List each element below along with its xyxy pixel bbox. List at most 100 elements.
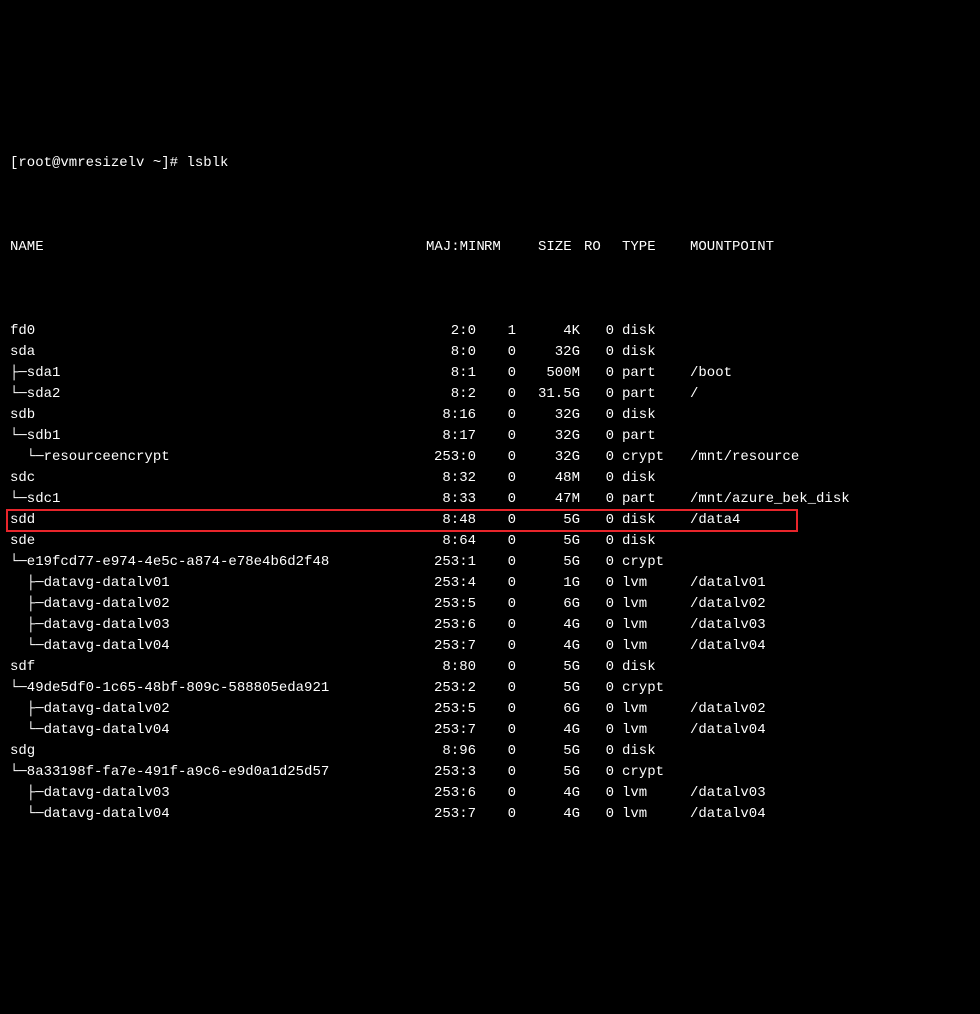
cell-ro: 0 [580, 384, 614, 405]
cell-ro: 0 [580, 741, 614, 762]
cell-mountpoint [674, 531, 690, 552]
cell-rm: 0 [476, 657, 516, 678]
cell-name: sdd [10, 510, 398, 531]
cell-type: disk [614, 741, 674, 762]
cell-majmin: 253:6 [398, 783, 476, 804]
cell-majmin: 8:1 [398, 363, 476, 384]
cell-ro: 0 [580, 426, 614, 447]
cell-ro: 0 [580, 468, 614, 489]
cell-type: lvm [614, 699, 674, 720]
table-row: sde8:6405G0disk [10, 531, 970, 552]
cell-ro: 0 [580, 804, 614, 825]
cell-mountpoint: / [674, 384, 698, 405]
table-row: sdg8:9605G0disk [10, 741, 970, 762]
cell-rm: 0 [476, 552, 516, 573]
table-row: └─sdb18:17032G0part [10, 426, 970, 447]
cell-size: 4G [516, 636, 580, 657]
cell-mountpoint: /datalv01 [674, 573, 766, 594]
cell-type: lvm [614, 615, 674, 636]
cell-name: └─datavg-datalv04 [10, 804, 398, 825]
cell-majmin: 253:6 [398, 615, 476, 636]
table-row: sdc8:32048M0disk [10, 468, 970, 489]
cell-name: sda [10, 342, 398, 363]
table-row: ├─datavg-datalv02253:506G0lvm/datalv02 [10, 699, 970, 720]
cell-majmin: 253:1 [398, 552, 476, 573]
cell-type: crypt [614, 552, 674, 573]
table-row: sda8:0032G0disk [10, 342, 970, 363]
table-row: fd02:014K0disk [10, 321, 970, 342]
lsblk-header: NAMEMAJ:MINRMSIZEROTYPEMOUNTPOINT [10, 237, 970, 258]
cell-type: disk [614, 531, 674, 552]
cell-type: disk [614, 510, 674, 531]
hdr-size: SIZE [516, 237, 580, 258]
cell-rm: 0 [476, 342, 516, 363]
cell-size: 1G [516, 573, 580, 594]
cell-ro: 0 [580, 321, 614, 342]
table-row: └─8a33198f-fa7e-491f-a9c6-e9d0a1d25d5725… [10, 762, 970, 783]
cell-name: └─sdb1 [10, 426, 398, 447]
cell-type: disk [614, 342, 674, 363]
cell-type: disk [614, 321, 674, 342]
cell-mountpoint [674, 405, 690, 426]
table-row: sdd8:4805G0disk/data4 [10, 510, 970, 531]
cell-majmin: 253:2 [398, 678, 476, 699]
cell-majmin: 8:48 [398, 510, 476, 531]
cell-type: lvm [614, 573, 674, 594]
hdr-mount: MOUNTPOINT [674, 237, 774, 258]
cell-mountpoint: /datalv02 [674, 594, 766, 615]
hdr-ro: RO [580, 237, 614, 258]
cell-ro: 0 [580, 510, 614, 531]
cell-ro: 0 [580, 447, 614, 468]
cell-mountpoint: /mnt/resource [674, 447, 799, 468]
hdr-type: TYPE [614, 237, 674, 258]
table-row: └─resourceencrypt253:0032G0crypt/mnt/res… [10, 447, 970, 468]
cell-rm: 1 [476, 321, 516, 342]
cell-type: disk [614, 405, 674, 426]
cell-ro: 0 [580, 678, 614, 699]
cell-name: └─sdc1 [10, 489, 398, 510]
cell-majmin: 8:17 [398, 426, 476, 447]
cell-size: 4G [516, 720, 580, 741]
cell-size: 31.5G [516, 384, 580, 405]
cell-name: └─49de5df0-1c65-48bf-809c-588805eda921 [10, 678, 398, 699]
cell-mountpoint: /mnt/azure_bek_disk [674, 489, 850, 510]
cell-type: crypt [614, 762, 674, 783]
lsblk-rows: fd02:014K0disksda8:0032G0disk├─sda18:105… [10, 321, 970, 825]
cell-name: ├─sda1 [10, 363, 398, 384]
cell-size: 32G [516, 405, 580, 426]
prompt-line: [root@vmresizelv ~]# lsblk [10, 153, 970, 174]
cell-type: part [614, 363, 674, 384]
cell-mountpoint: /datalv02 [674, 699, 766, 720]
cell-ro: 0 [580, 573, 614, 594]
cell-type: part [614, 384, 674, 405]
cell-mountpoint: /data4 [674, 510, 740, 531]
cell-mountpoint [674, 741, 690, 762]
cell-name: └─datavg-datalv04 [10, 636, 398, 657]
cell-name: sdb [10, 405, 398, 426]
cell-type: crypt [614, 678, 674, 699]
cell-ro: 0 [580, 615, 614, 636]
cell-majmin: 8:16 [398, 405, 476, 426]
cell-majmin: 8:0 [398, 342, 476, 363]
cell-size: 4G [516, 615, 580, 636]
cell-size: 32G [516, 426, 580, 447]
cell-ro: 0 [580, 342, 614, 363]
cell-name: sdg [10, 741, 398, 762]
cell-majmin: 253:7 [398, 636, 476, 657]
cell-mountpoint [674, 426, 690, 447]
cell-type: part [614, 489, 674, 510]
cell-majmin: 8:64 [398, 531, 476, 552]
cell-ro: 0 [580, 552, 614, 573]
cell-rm: 0 [476, 762, 516, 783]
cell-ro: 0 [580, 489, 614, 510]
table-row: └─49de5df0-1c65-48bf-809c-588805eda92125… [10, 678, 970, 699]
cell-name: ├─datavg-datalv03 [10, 615, 398, 636]
cell-size: 5G [516, 657, 580, 678]
cell-size: 4G [516, 783, 580, 804]
cell-ro: 0 [580, 405, 614, 426]
cell-type: part [614, 426, 674, 447]
table-row: └─datavg-datalv04253:704G0lvm/datalv04 [10, 720, 970, 741]
cell-ro: 0 [580, 531, 614, 552]
cell-rm: 0 [476, 804, 516, 825]
cell-mountpoint [674, 762, 690, 783]
